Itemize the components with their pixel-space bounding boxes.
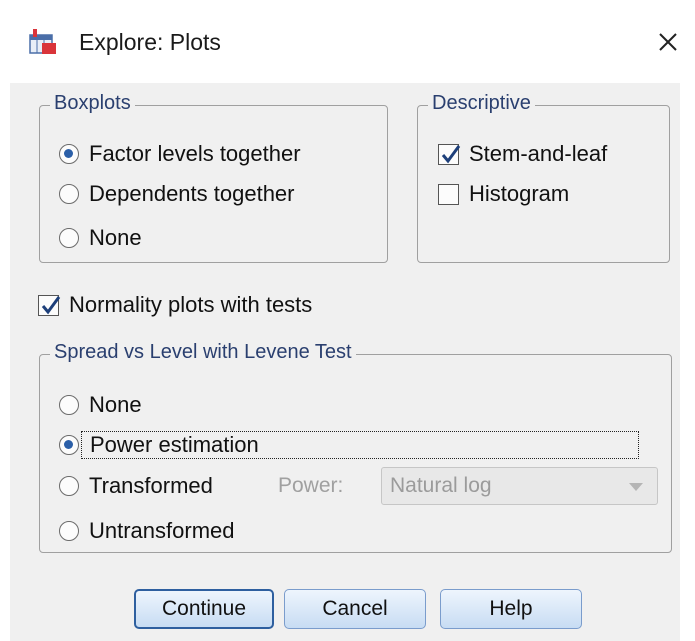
radio-button[interactable] — [59, 228, 79, 248]
radio-label: None — [89, 392, 142, 417]
checkmark-icon — [41, 295, 61, 314]
boxplots-legend: Boxplots — [50, 92, 135, 115]
title-bar: Explore: Plots — [0, 0, 695, 83]
radio-button-selected[interactable] — [59, 435, 79, 455]
checkbox-checked[interactable] — [38, 294, 61, 316]
radio-factor-levels-together[interactable]: Factor levels together — [59, 141, 301, 167]
radio-label-text: Power estimation — [90, 432, 259, 457]
checkmark-icon — [441, 144, 461, 163]
checkbox-histogram[interactable]: Histogram — [438, 181, 569, 207]
checkbox-label: Stem-and-leaf — [469, 141, 608, 166]
radio-spread-none[interactable]: None — [59, 392, 142, 418]
radio-label: Dependents together — [89, 181, 295, 206]
radio-label-focused: Power estimation — [81, 431, 639, 459]
spss-table-icon — [29, 29, 56, 54]
cancel-button[interactable]: Cancel — [284, 589, 426, 629]
radio-button[interactable] — [59, 395, 79, 415]
power-dropdown-value: Natural log — [390, 474, 492, 497]
radio-label: None — [89, 225, 142, 250]
checkbox[interactable] — [438, 183, 459, 205]
radio-button[interactable] — [59, 476, 79, 496]
radio-boxplots-none[interactable]: None — [59, 225, 142, 251]
checkbox-label: Normality plots with tests — [69, 292, 313, 317]
close-x-icon[interactable] — [650, 24, 686, 60]
radio-button[interactable] — [59, 184, 79, 204]
radio-label: Untransformed — [89, 518, 235, 543]
power-label: Power: — [278, 474, 344, 497]
radio-label: Transformed — [89, 473, 213, 498]
help-button[interactable]: Help — [440, 589, 582, 629]
checkbox-label: Histogram — [469, 181, 570, 206]
descriptive-legend: Descriptive — [428, 92, 535, 115]
plots-dialog: Boxplots Factor levels together Dependen… — [10, 83, 680, 641]
power-dropdown[interactable]: Natural log — [381, 467, 658, 505]
radio-dependents-together[interactable]: Dependents together — [59, 181, 295, 207]
radio-transformed[interactable]: Transformed — [59, 473, 213, 499]
continue-button[interactable]: Continue — [134, 589, 274, 629]
window-title: Explore: Plots — [79, 29, 221, 55]
radio-button[interactable] — [59, 521, 79, 541]
checkbox-checked[interactable] — [438, 143, 461, 165]
radio-label: Factor levels together — [89, 141, 301, 166]
checkbox-normality-plots[interactable]: Normality plots with tests — [38, 292, 312, 318]
radio-untransformed[interactable]: Untransformed — [59, 518, 235, 544]
radio-power-estimation[interactable]: Power estimation — [59, 431, 639, 459]
radio-button-selected[interactable] — [59, 144, 79, 164]
checkbox-stem-and-leaf[interactable]: Stem-and-leaf — [438, 141, 607, 167]
spread-legend: Spread vs Level with Levene Test — [50, 341, 356, 364]
chevron-down-icon — [629, 483, 643, 491]
